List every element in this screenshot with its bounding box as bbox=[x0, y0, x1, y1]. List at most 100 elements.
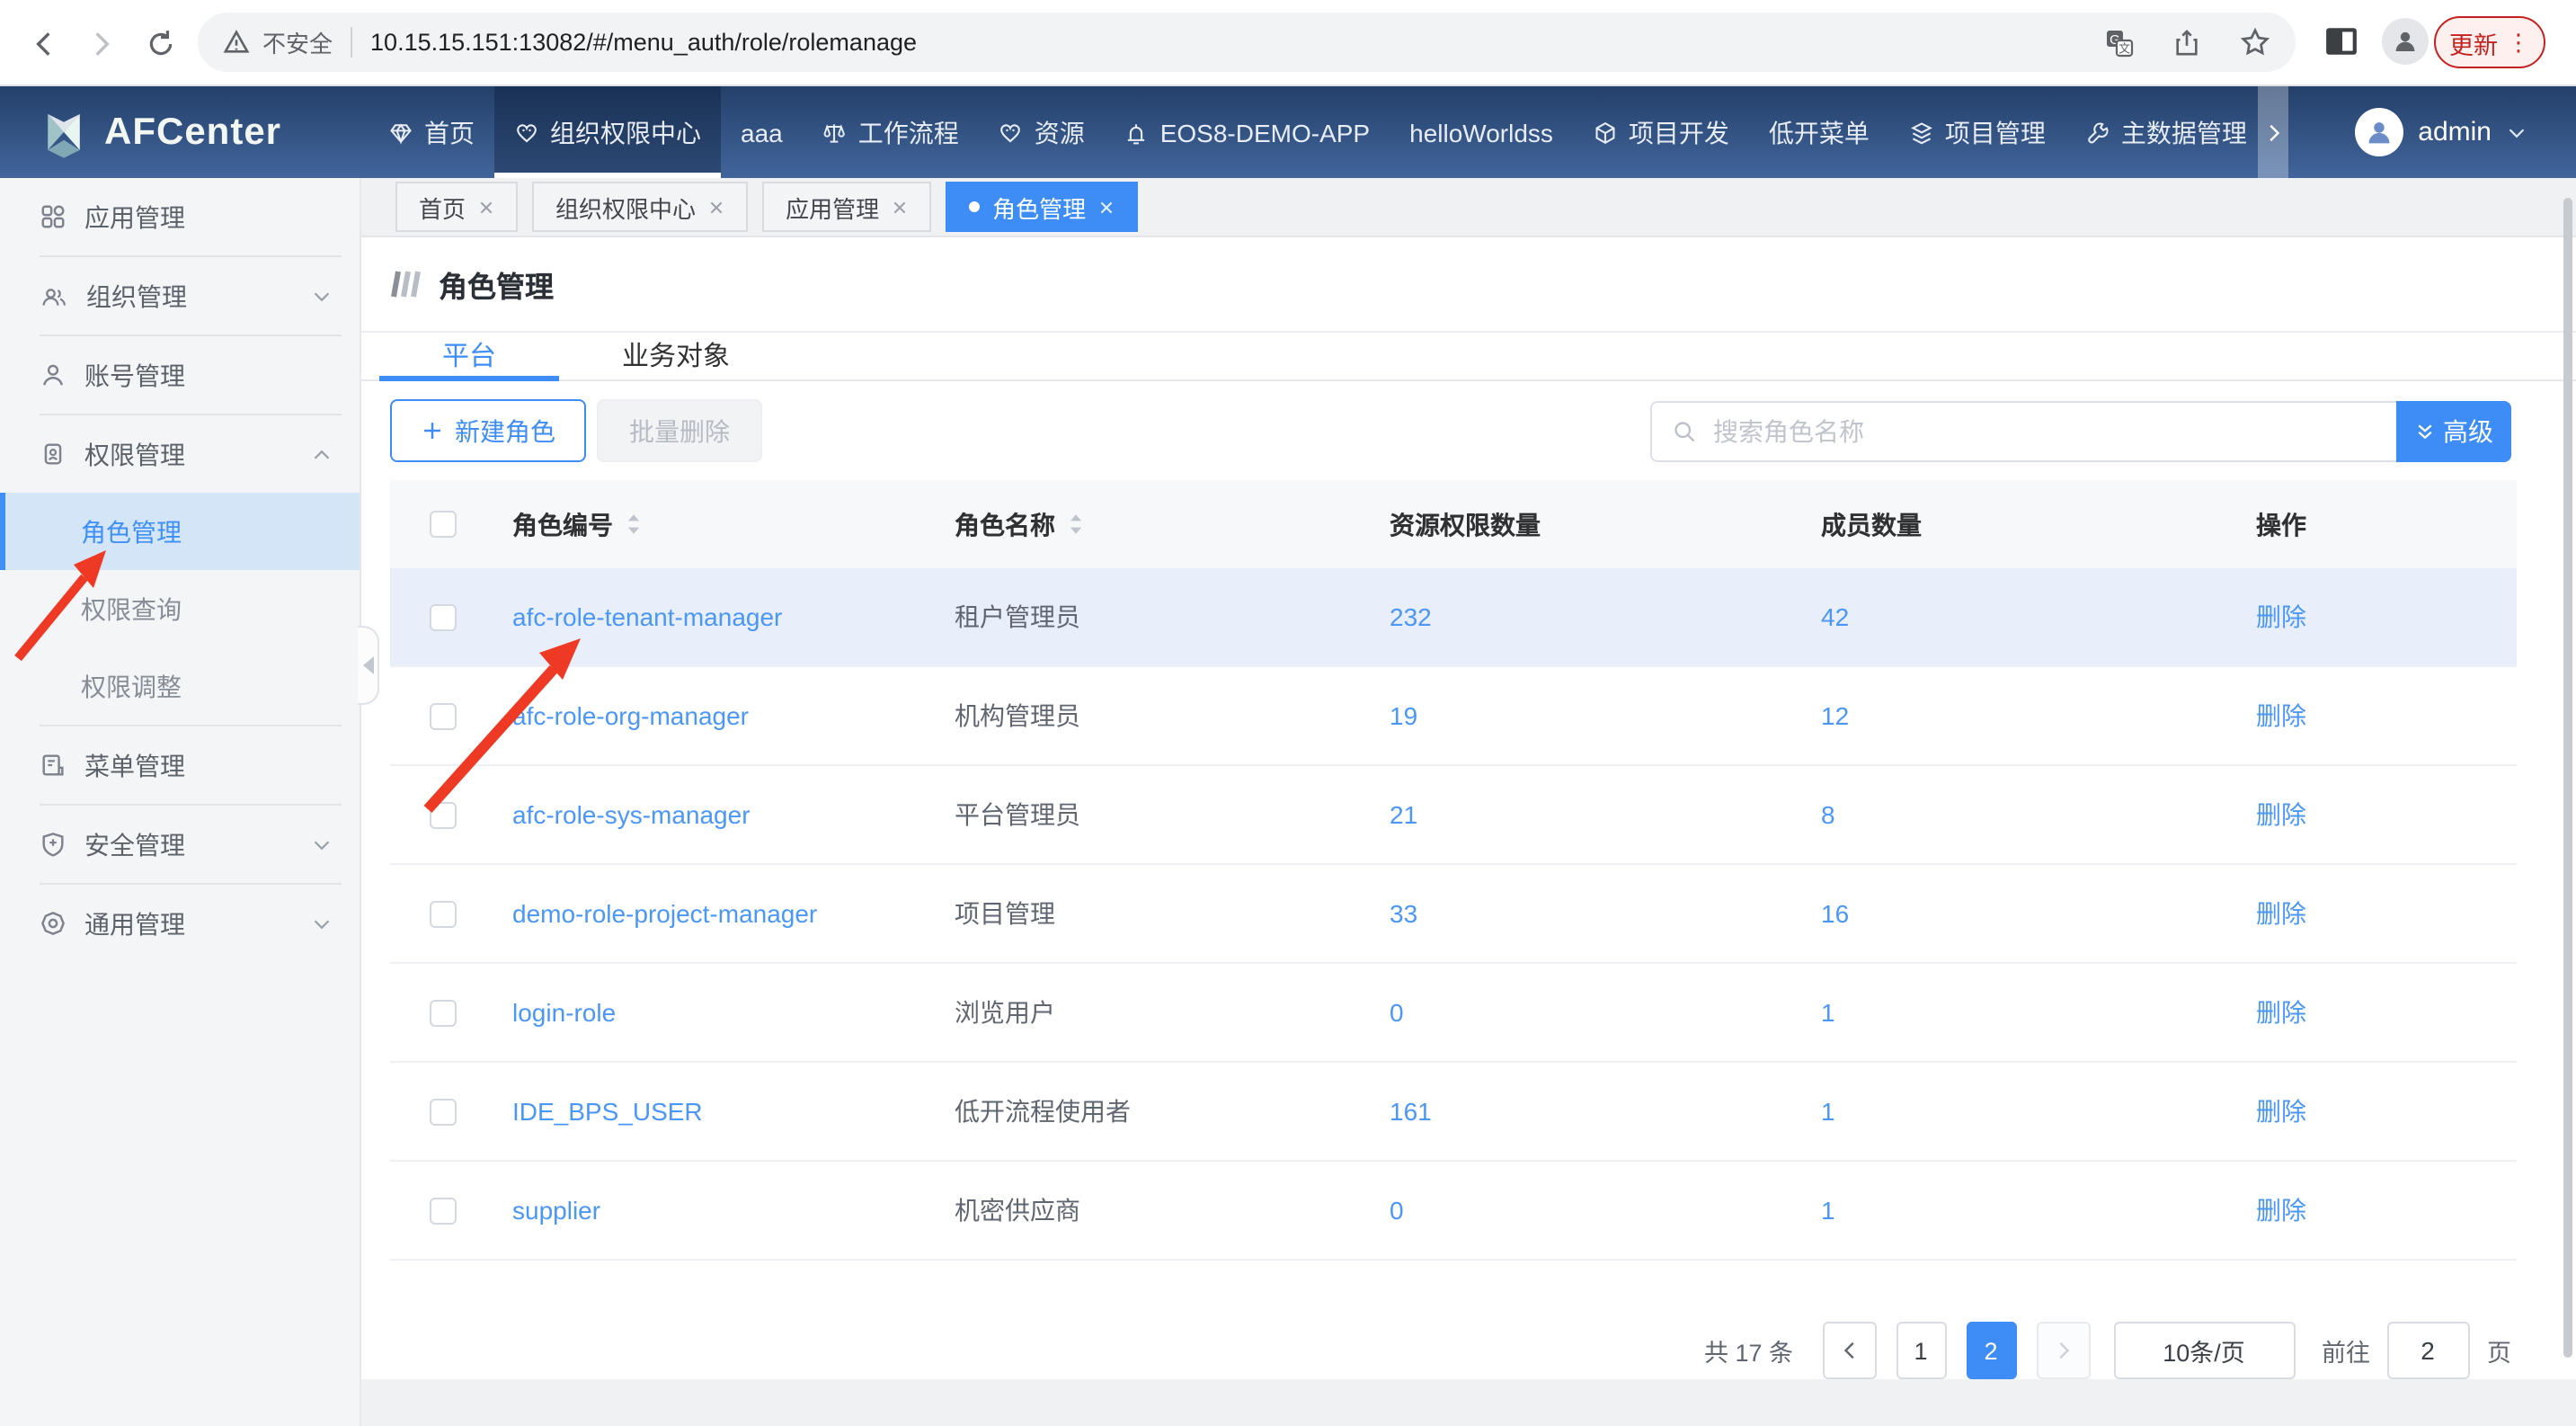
resource-count-link[interactable]: 161 bbox=[1390, 1097, 1432, 1126]
browser-profile-avatar[interactable] bbox=[2382, 18, 2429, 65]
row-checkbox[interactable] bbox=[430, 999, 457, 1026]
nav-item[interactable]: 工作流程 bbox=[803, 86, 979, 178]
page-size-select[interactable]: 10条/页 bbox=[2113, 1322, 2295, 1379]
resource-count-link[interactable]: 21 bbox=[1390, 800, 1417, 829]
row-checkbox[interactable] bbox=[430, 702, 457, 729]
column-header[interactable]: 角色名称 bbox=[929, 506, 1364, 542]
share-icon[interactable] bbox=[2173, 28, 2200, 57]
resource-count-link[interactable]: 0 bbox=[1390, 1196, 1404, 1225]
sidebar-item[interactable]: 角色管理 bbox=[0, 493, 360, 570]
table-row[interactable]: afc-role-org-manager 机构管理员 19 12 删除 bbox=[390, 667, 2517, 766]
nav-scroll-right-button[interactable] bbox=[2258, 86, 2288, 178]
page-number-button[interactable]: 2 bbox=[1966, 1322, 2016, 1379]
column-header[interactable]: 成员数量 bbox=[1796, 506, 2231, 542]
select-all-checkbox[interactable] bbox=[430, 511, 457, 538]
close-icon[interactable] bbox=[1098, 199, 1115, 215]
create-role-button[interactable]: 新建角色 bbox=[390, 399, 586, 462]
page-scrollbar[interactable] bbox=[2563, 198, 2572, 1358]
role-id-link[interactable]: supplier bbox=[512, 1196, 600, 1225]
table-row[interactable]: login-role 浏览用户 0 1 删除 bbox=[390, 964, 2517, 1063]
sidebar-item[interactable]: 账号管理 bbox=[0, 336, 360, 414]
view-tab[interactable]: 业务对象 bbox=[577, 333, 775, 379]
table-row[interactable]: afc-role-tenant-manager 租户管理员 232 42 删除 bbox=[390, 568, 2517, 667]
delete-link[interactable]: 删除 bbox=[2256, 797, 2306, 833]
resource-count-link[interactable]: 0 bbox=[1390, 998, 1404, 1027]
table-row[interactable]: afc-role-sys-manager 平台管理员 21 8 删除 bbox=[390, 766, 2517, 865]
column-header[interactable]: 角色编号 bbox=[487, 506, 929, 542]
nav-item[interactable]: 低开菜单 bbox=[1749, 86, 1889, 178]
delete-link[interactable]: 删除 bbox=[2256, 1192, 2306, 1228]
member-count-link[interactable]: 42 bbox=[1821, 602, 1849, 631]
resource-count-link[interactable]: 232 bbox=[1390, 602, 1432, 631]
nav-item[interactable]: 项目开发 bbox=[1573, 86, 1749, 178]
nav-item[interactable]: 主数据管理 bbox=[2065, 86, 2258, 178]
nav-item[interactable]: aaa bbox=[721, 86, 803, 178]
search-input[interactable] bbox=[1710, 414, 2396, 447]
sidebar-item[interactable]: 权限查询 bbox=[0, 570, 360, 647]
browser-reload-icon[interactable] bbox=[138, 22, 182, 65]
delete-link[interactable]: 删除 bbox=[2256, 698, 2306, 734]
prev-page-button[interactable] bbox=[1822, 1322, 1876, 1379]
column-header[interactable]: 操作 bbox=[2231, 506, 2517, 542]
sidebar-item[interactable]: 组织管理 bbox=[0, 257, 360, 334]
sort-icon[interactable] bbox=[626, 512, 642, 536]
column-header[interactable]: 资源权限数量 bbox=[1364, 506, 1796, 542]
nav-item[interactable]: 项目管理 bbox=[1889, 86, 2065, 178]
delete-link[interactable]: 删除 bbox=[2256, 599, 2306, 635]
menu-dots-icon[interactable]: ⋮ bbox=[2507, 28, 2530, 57]
workspace-tab[interactable]: 首页 bbox=[395, 182, 518, 232]
goto-page-input[interactable] bbox=[2386, 1322, 2469, 1379]
sidebar-item[interactable]: 应用管理 bbox=[0, 178, 360, 255]
sidebar-item[interactable]: 权限管理 bbox=[0, 415, 360, 493]
page-number-button[interactable]: 1 bbox=[1896, 1322, 1946, 1379]
member-count-link[interactable]: 1 bbox=[1821, 998, 1835, 1027]
sidebar-item[interactable]: 菜单管理 bbox=[0, 726, 360, 804]
sidebar-item[interactable]: 权限调整 bbox=[0, 647, 360, 725]
view-tab[interactable]: 平台 bbox=[379, 333, 559, 379]
sidebar-item[interactable]: 通用管理 bbox=[0, 885, 360, 962]
next-page-button[interactable] bbox=[2036, 1322, 2090, 1379]
nav-item[interactable]: 首页 bbox=[369, 86, 494, 178]
workspace-tab[interactable]: 角色管理 bbox=[946, 182, 1138, 232]
sort-icon[interactable] bbox=[1068, 512, 1084, 536]
nav-item[interactable]: 组织权限中心 bbox=[494, 86, 721, 178]
row-checkbox[interactable] bbox=[430, 801, 457, 828]
row-checkbox[interactable] bbox=[430, 1197, 457, 1224]
row-checkbox[interactable] bbox=[430, 603, 457, 630]
app-logo[interactable]: AFCenter bbox=[40, 86, 281, 178]
collapse-sidebar-handle[interactable] bbox=[358, 626, 379, 705]
chrome-update-button[interactable]: 更新 ⋮ bbox=[2434, 16, 2545, 68]
row-checkbox[interactable] bbox=[430, 900, 457, 927]
resource-count-link[interactable]: 19 bbox=[1390, 701, 1417, 730]
side-panel-icon[interactable] bbox=[2324, 25, 2358, 58]
nav-item[interactable]: helloWorldss bbox=[1390, 86, 1573, 178]
batch-delete-button[interactable]: 批量删除 bbox=[597, 399, 762, 462]
workspace-tab[interactable]: 应用管理 bbox=[762, 182, 931, 232]
member-count-link[interactable]: 16 bbox=[1821, 899, 1849, 928]
role-id-link[interactable]: afc-role-sys-manager bbox=[512, 800, 751, 829]
role-id-link[interactable]: demo-role-project-manager bbox=[512, 899, 817, 928]
close-icon[interactable] bbox=[708, 199, 724, 215]
bookmark-star-icon[interactable] bbox=[2240, 27, 2270, 58]
url-text[interactable]: 10.15.15.151:13082/#/menu_auth/role/role… bbox=[370, 29, 2065, 56]
delete-link[interactable]: 删除 bbox=[2256, 896, 2306, 931]
delete-link[interactable]: 删除 bbox=[2256, 994, 2306, 1030]
table-row[interactable]: demo-role-project-manager 项目管理 33 16 删除 bbox=[390, 865, 2517, 964]
row-checkbox[interactable] bbox=[430, 1098, 457, 1125]
member-count-link[interactable]: 8 bbox=[1821, 800, 1835, 829]
delete-link[interactable]: 删除 bbox=[2256, 1093, 2306, 1129]
role-id-link[interactable]: login-role bbox=[512, 998, 616, 1027]
nav-item[interactable]: 资源 bbox=[979, 86, 1105, 178]
role-id-link[interactable]: IDE_BPS_USER bbox=[512, 1097, 703, 1126]
browser-forward-icon[interactable] bbox=[79, 22, 122, 65]
member-count-link[interactable]: 1 bbox=[1821, 1196, 1835, 1225]
member-count-link[interactable]: 1 bbox=[1821, 1097, 1835, 1126]
advanced-search-button[interactable]: 高级 bbox=[2396, 400, 2511, 461]
close-icon[interactable] bbox=[892, 199, 908, 215]
member-count-link[interactable]: 12 bbox=[1821, 701, 1849, 730]
table-row[interactable]: supplier 机密供应商 0 1 删除 bbox=[390, 1162, 2517, 1261]
user-menu[interactable]: admin bbox=[2355, 86, 2527, 178]
workspace-tab[interactable]: 组织权限中心 bbox=[532, 182, 748, 232]
sidebar-item[interactable]: 安全管理 bbox=[0, 806, 360, 883]
translate-icon[interactable]: G文 bbox=[2105, 28, 2134, 57]
